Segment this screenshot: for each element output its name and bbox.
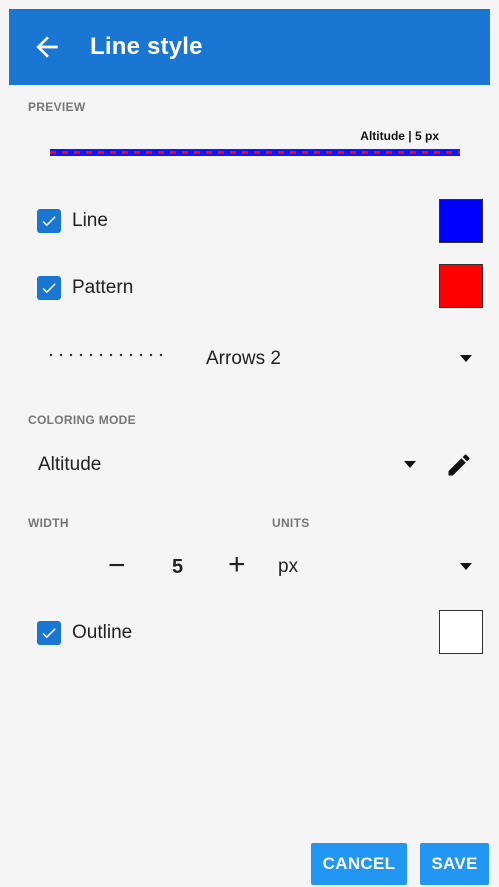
line-color-swatch[interactable] bbox=[439, 199, 483, 243]
pattern-style-value: Arrows 2 bbox=[206, 348, 281, 369]
coloring-mode-dropdown[interactable]: Altitude bbox=[30, 450, 425, 480]
increase-width-button[interactable]: + bbox=[228, 550, 246, 580]
outline-label: Outline bbox=[72, 622, 133, 643]
chevron-down-icon bbox=[404, 461, 416, 468]
arrow-pattern-preview-icon bbox=[49, 353, 163, 357]
arrow-left-icon bbox=[36, 36, 58, 58]
check-icon bbox=[42, 216, 56, 227]
chevron-down-icon bbox=[460, 355, 472, 362]
preview-label: PREVIEW bbox=[28, 100, 86, 114]
pattern-style-dropdown[interactable]: Arrows 2 bbox=[40, 335, 480, 375]
outline-checkbox[interactable] bbox=[37, 621, 61, 645]
back-button[interactable] bbox=[31, 31, 63, 63]
width-value: 5 bbox=[172, 556, 184, 578]
page-title: Line style bbox=[90, 33, 203, 60]
units-value: px bbox=[278, 556, 299, 577]
save-button[interactable]: SAVE bbox=[420, 843, 489, 885]
decrease-width-button[interactable]: − bbox=[108, 551, 126, 581]
width-label: WIDTH bbox=[28, 516, 69, 530]
cancel-button[interactable]: CANCEL bbox=[311, 843, 407, 885]
check-icon bbox=[42, 283, 56, 294]
pattern-label: Pattern bbox=[72, 277, 134, 298]
units-label: UNITS bbox=[272, 516, 310, 530]
checkbox-checked bbox=[37, 209, 61, 233]
checkbox-checked bbox=[37, 276, 61, 300]
line-label: Line bbox=[72, 210, 108, 231]
coloring-mode-label: COLORING MODE bbox=[28, 413, 136, 427]
preview-caption: Altitude | 5 px bbox=[360, 129, 439, 143]
pattern-color-swatch[interactable] bbox=[439, 264, 483, 308]
checkbox-checked bbox=[37, 621, 61, 645]
line-checkbox[interactable] bbox=[37, 209, 61, 233]
app-bar: Line style bbox=[9, 9, 490, 85]
chevron-down-icon bbox=[460, 563, 472, 570]
check-icon bbox=[42, 628, 56, 639]
preview-line bbox=[50, 149, 460, 156]
edit-coloring-button[interactable] bbox=[445, 451, 473, 479]
pencil-icon bbox=[448, 454, 470, 476]
preview-pattern bbox=[50, 151, 460, 154]
coloring-mode-value: Altitude bbox=[38, 454, 102, 475]
pattern-checkbox[interactable] bbox=[37, 276, 61, 300]
units-dropdown[interactable]: px bbox=[270, 552, 480, 582]
outline-color-swatch[interactable] bbox=[439, 610, 483, 654]
